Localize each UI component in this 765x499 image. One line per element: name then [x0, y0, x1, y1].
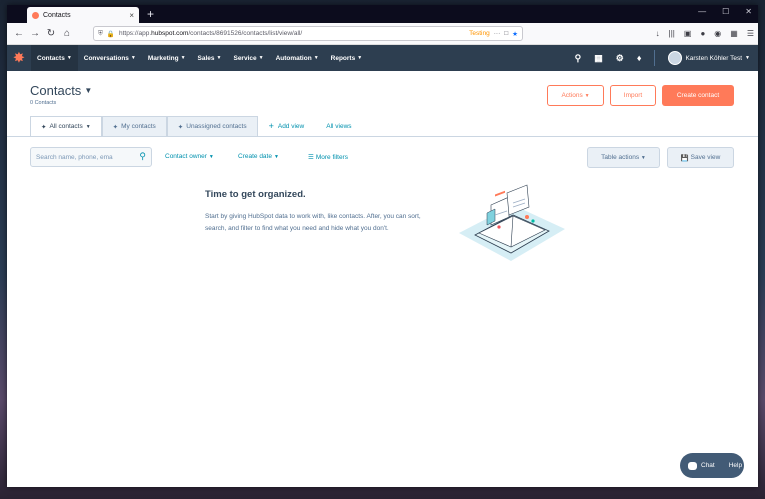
url-text[interactable]: https://app.hubspot.com/contacts/8691526…	[119, 30, 465, 37]
chevron-down-icon: ▼	[208, 153, 214, 160]
nav-marketing[interactable]: Marketing ▼	[142, 45, 192, 71]
nav-sales[interactable]: Sales ▼	[192, 45, 228, 71]
chevron-down-icon: ▼	[130, 55, 136, 61]
organize-illustration	[459, 184, 565, 261]
gear-icon[interactable]: ⚙	[616, 53, 624, 64]
bell-icon[interactable]: ♦	[637, 53, 642, 63]
more-filters-button[interactable]: ☰ More filters	[308, 153, 348, 162]
browser-toolbar: ← → ↻ ⌂ ⛨ 🔒 https://app.hubspot.com/cont…	[7, 23, 758, 45]
user-name: Karsten Köhler Test	[685, 54, 743, 62]
testing-label: Testing	[469, 30, 490, 37]
chevron-down-icon: ▼	[216, 55, 222, 61]
import-button[interactable]: Import	[610, 85, 656, 106]
user-menu[interactable]: Karsten Köhler Test ▼	[668, 51, 750, 65]
chevron-down-icon: ▼	[584, 92, 590, 99]
chevron-down-icon: ▼	[357, 55, 363, 61]
shield-icon[interactable]: ⛨	[98, 30, 103, 38]
close-window-button[interactable]: ✕	[745, 7, 752, 16]
search-placeholder: Search name, phone, ema	[36, 153, 113, 161]
hubspot-nav: ✸ Contacts ▼ Conversations ▼ Marketing ▼ Sa…	[7, 45, 758, 71]
tab-all-contacts[interactable]: ✦ All contacts ▼	[30, 116, 102, 136]
filter-lines-icon: ☰	[308, 154, 314, 161]
nav-contacts[interactable]: Contacts ▼	[31, 45, 78, 71]
more-dots-icon[interactable]: ···	[494, 30, 501, 37]
hubspot-logo-icon[interactable]: ✸	[7, 45, 31, 71]
tab-unassigned-contacts[interactable]: ✦ Unassigned contacts	[166, 116, 258, 136]
chevron-down-icon: ▼	[258, 55, 264, 61]
lock-icon[interactable]: 🔒	[107, 30, 115, 38]
tab-close-icon[interactable]: ×	[129, 11, 134, 20]
help-label[interactable]: Help	[729, 462, 742, 469]
browser-tab-title: Contacts	[43, 11, 71, 19]
create-date-filter[interactable]: Create date ▼	[238, 153, 279, 160]
reload-icon[interactable]: ↻	[43, 26, 59, 42]
new-tab-button[interactable]: +	[147, 7, 154, 23]
view-tabs: ✦ All contacts ▼ ✦ My contacts ✦ Unassig…	[30, 116, 363, 136]
addon-icon[interactable]: ▦	[730, 29, 738, 38]
chevron-down-icon: ▼	[745, 55, 750, 61]
url-bar[interactable]: ⛨ 🔒 https://app.hubspot.com/contacts/869…	[93, 26, 523, 41]
avatar	[668, 51, 683, 65]
download-icon[interactable]: ↓	[656, 29, 660, 38]
hubspot-favicon-icon	[32, 11, 39, 19]
chevron-down-icon: ▼	[84, 86, 93, 95]
chevron-down-icon: ▼	[640, 154, 646, 161]
account-icon[interactable]: ◉	[714, 29, 721, 38]
chevron-down-icon: ▼	[273, 153, 279, 160]
browser-tab-strip: Contacts × + — ☐ ✕	[7, 5, 758, 23]
search-icon[interactable]: ⚲	[139, 151, 146, 162]
nav-reports[interactable]: Reports ▼	[325, 45, 369, 71]
actions-button[interactable]: Actions ▼	[547, 85, 604, 106]
all-views-link[interactable]: All views	[315, 116, 362, 136]
sidebar-icon[interactable]: ▣	[684, 29, 692, 38]
pin-icon: ✦	[112, 123, 119, 131]
pin-icon: ✦	[41, 123, 47, 131]
contact-count: 0 Contacts	[30, 100, 57, 106]
chevron-down-icon: ▼	[85, 123, 91, 130]
table-actions-button[interactable]: Table actions ▼	[587, 147, 660, 168]
chevron-down-icon: ▼	[180, 55, 186, 61]
search-input[interactable]: Search name, phone, ema ⚲	[30, 147, 152, 167]
empty-state-heading: Time to get organized.	[205, 189, 306, 200]
nav-divider	[654, 50, 656, 66]
save-view-button[interactable]: 💾 Save view	[667, 147, 734, 168]
nav-conversations[interactable]: Conversations ▼	[78, 45, 142, 71]
tab-my-contacts[interactable]: ✦ My contacts	[101, 116, 167, 136]
chat-bubble-icon	[688, 461, 697, 470]
menu-icon[interactable]: ☰	[747, 29, 754, 38]
nav-automation[interactable]: Automation ▼	[270, 45, 325, 71]
browser-window: Contacts × + — ☐ ✕ ← → ↻ ⌂ ⛨ 🔒 https://a…	[7, 5, 758, 487]
page-title[interactable]: Contacts ▼	[30, 83, 92, 98]
chevron-down-icon: ▼	[66, 55, 72, 61]
search-icon[interactable]: ⚲	[575, 53, 582, 64]
extension-icon[interactable]: ●	[700, 29, 705, 38]
plus-icon: +	[268, 121, 274, 131]
home-icon[interactable]: ⌂	[59, 26, 75, 42]
chat-label[interactable]: Chat	[701, 462, 715, 469]
back-arrow-icon[interactable]: ←	[11, 26, 27, 42]
maximize-button[interactable]: ☐	[722, 7, 729, 16]
bookmark-star-icon[interactable]: ★	[512, 30, 518, 38]
pin-icon: ✦	[177, 123, 184, 131]
contacts-page: Contacts ▼ 0 Contacts Actions ▼ Import Cr…	[7, 71, 758, 461]
browser-tab[interactable]: Contacts ×	[27, 7, 139, 23]
create-contact-button[interactable]: Create contact	[662, 85, 734, 106]
chevron-down-icon: ▼	[313, 55, 319, 61]
chat-help-widget[interactable]: Chat Help	[680, 453, 744, 478]
empty-state-body: Start by giving HubSpot data to work wit…	[205, 213, 421, 232]
forward-arrow-icon[interactable]: →	[27, 26, 43, 42]
nav-service[interactable]: Service ▼	[227, 45, 269, 71]
add-view-link[interactable]: + Add view	[258, 116, 316, 136]
pocket-icon[interactable]: □	[504, 30, 508, 37]
contact-owner-filter[interactable]: Contact owner ▼	[165, 153, 214, 160]
minimize-button[interactable]: —	[698, 7, 706, 16]
library-icon[interactable]: |||	[669, 29, 675, 38]
marketplace-icon[interactable]: ▦	[594, 53, 603, 64]
tab-divider	[7, 136, 758, 137]
save-icon: 💾	[680, 154, 689, 162]
